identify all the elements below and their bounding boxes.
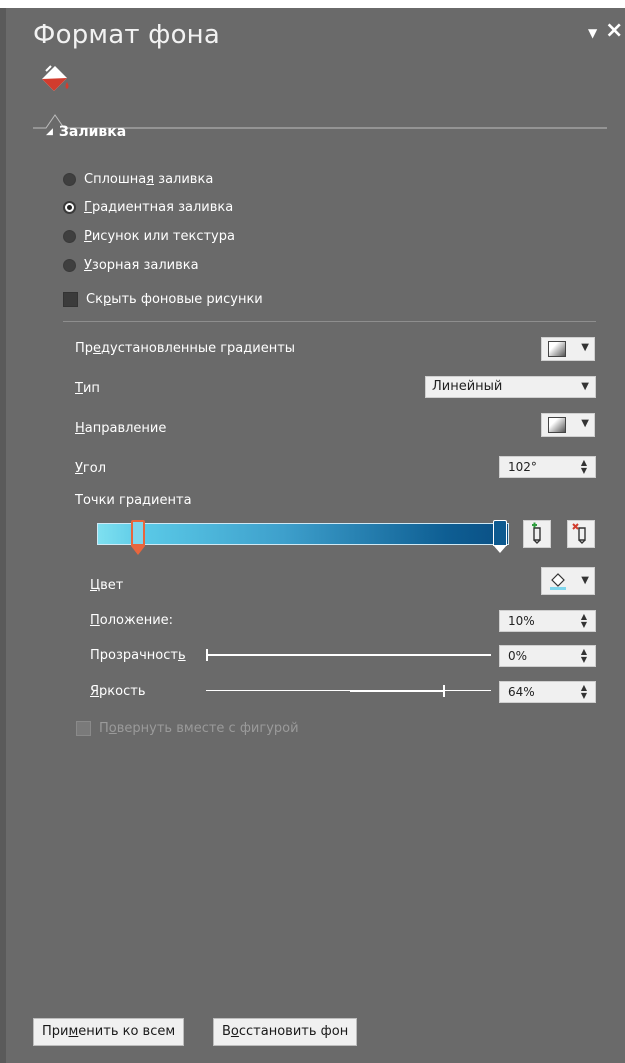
apply-to-all-button[interactable]: Применить ко всем [33, 1018, 185, 1046]
pane-left-edge [0, 8, 6, 1063]
brightness-label: Яркость [90, 684, 146, 699]
fill-color-icon [550, 573, 566, 590]
chevron-down-icon: ▼ [581, 418, 589, 429]
spinner-value: 102° [508, 460, 537, 474]
checkbox-label: Повернуть вместе с фигурой [99, 720, 299, 736]
radio-label: Узорная заливка [84, 257, 199, 273]
radio-button[interactable] [63, 229, 76, 243]
direction-label: Направление [75, 421, 167, 436]
spin-down-icon[interactable]: ▼ [581, 621, 587, 629]
paint-bucket-icon[interactable] [38, 62, 72, 98]
radio-button-checked[interactable] [63, 200, 76, 214]
brightness-slider-thumb[interactable] [443, 685, 446, 697]
chevron-down-icon: ▼ [581, 381, 589, 392]
chevron-down-icon: ▼ [581, 342, 589, 353]
radio-solid-fill[interactable]: Сплошная заливка [63, 169, 213, 189]
chevron-down-icon: ▼ [581, 575, 589, 586]
spinner-value: 64% [508, 685, 535, 699]
angle-spinner[interactable]: 102° ▲ ▼ [499, 456, 596, 478]
select-value: Линейный [432, 379, 503, 394]
radio-pattern-fill[interactable]: Узорная заливка [63, 255, 199, 275]
fill-section-header[interactable]: ◢ Заливка [46, 124, 126, 140]
checkbox-label: Скрыть фоновые рисунки [86, 291, 263, 307]
gradient-stop-2[interactable] [493, 520, 507, 553]
transparency-spinner[interactable]: 0% ▲ ▼ [499, 645, 596, 667]
preset-gradients-dropdown[interactable]: ▼ [541, 337, 595, 361]
add-gradient-stop-button[interactable] [523, 520, 551, 548]
transparency-slider-thumb[interactable] [206, 649, 208, 661]
gradient-stops-label: Точки градиента [75, 493, 192, 508]
add-stop-icon [532, 522, 541, 544]
color-picker-dropdown[interactable]: ▼ [541, 567, 595, 595]
radio-label: Градиентная заливка [84, 199, 234, 215]
hide-background-graphics[interactable]: Скрыть фоновые рисунки [63, 289, 263, 309]
radio-button[interactable] [63, 258, 76, 272]
position-label: Положение: [90, 613, 174, 628]
section-divider [63, 321, 596, 322]
gradient-stops-bar[interactable] [97, 523, 509, 545]
gradient-preset-icon [548, 341, 566, 357]
position-spinner[interactable]: 10% ▲ ▼ [499, 610, 596, 632]
spinner-value: 0% [508, 649, 528, 663]
color-label: Цвет [90, 578, 124, 593]
gradient-direction-icon [548, 417, 566, 433]
reset-background-button[interactable]: Восстановить фон [213, 1018, 358, 1046]
checkbox[interactable] [63, 291, 78, 307]
remove-gradient-stop-button[interactable] [567, 520, 595, 548]
radio-label: Рисунок или текстура [84, 228, 235, 244]
gradient-type-select[interactable]: Линейный ▼ [425, 376, 596, 398]
checkbox-disabled [76, 720, 91, 736]
direction-dropdown[interactable]: ▼ [541, 413, 595, 437]
angle-label: Угол [75, 461, 107, 476]
spin-down-icon[interactable]: ▼ [581, 692, 587, 700]
spin-down-icon[interactable]: ▼ [581, 467, 587, 475]
transparency-label: Прозрачность [90, 648, 186, 663]
radio-label: Сплошная заливка [84, 171, 214, 187]
spin-down-icon[interactable]: ▼ [581, 656, 587, 664]
format-background-pane: Формат фона ▼ × ◢ Заливка Сплошная заливк… [0, 8, 625, 1063]
brightness-spinner[interactable]: 64% ▲ ▼ [499, 681, 596, 703]
collapse-triangle-icon: ◢ [46, 127, 53, 137]
pane-title: Формат фона [33, 20, 221, 50]
rotate-with-shape: Повернуть вместе с фигурой [76, 718, 299, 738]
radio-gradient-fill[interactable]: Градиентная заливка [63, 197, 233, 217]
radio-button[interactable] [63, 172, 76, 186]
remove-stop-icon [572, 523, 586, 544]
close-icon[interactable]: × [605, 18, 623, 43]
type-label: Тип [75, 381, 100, 396]
transparency-slider-track[interactable] [206, 654, 491, 656]
chevron-down-icon[interactable]: ▼ [588, 26, 597, 40]
radio-picture-fill[interactable]: Рисунок или текстура [63, 226, 235, 246]
spinner-value: 10% [508, 614, 535, 628]
fill-section-title: Заливка [58, 124, 127, 140]
gradient-stop-1-selected[interactable] [131, 520, 145, 555]
brightness-slider-fill [350, 690, 444, 692]
brightness-slider-track[interactable] [206, 690, 491, 691]
preset-gradients-label: Предустановленные градиенты [75, 341, 296, 356]
